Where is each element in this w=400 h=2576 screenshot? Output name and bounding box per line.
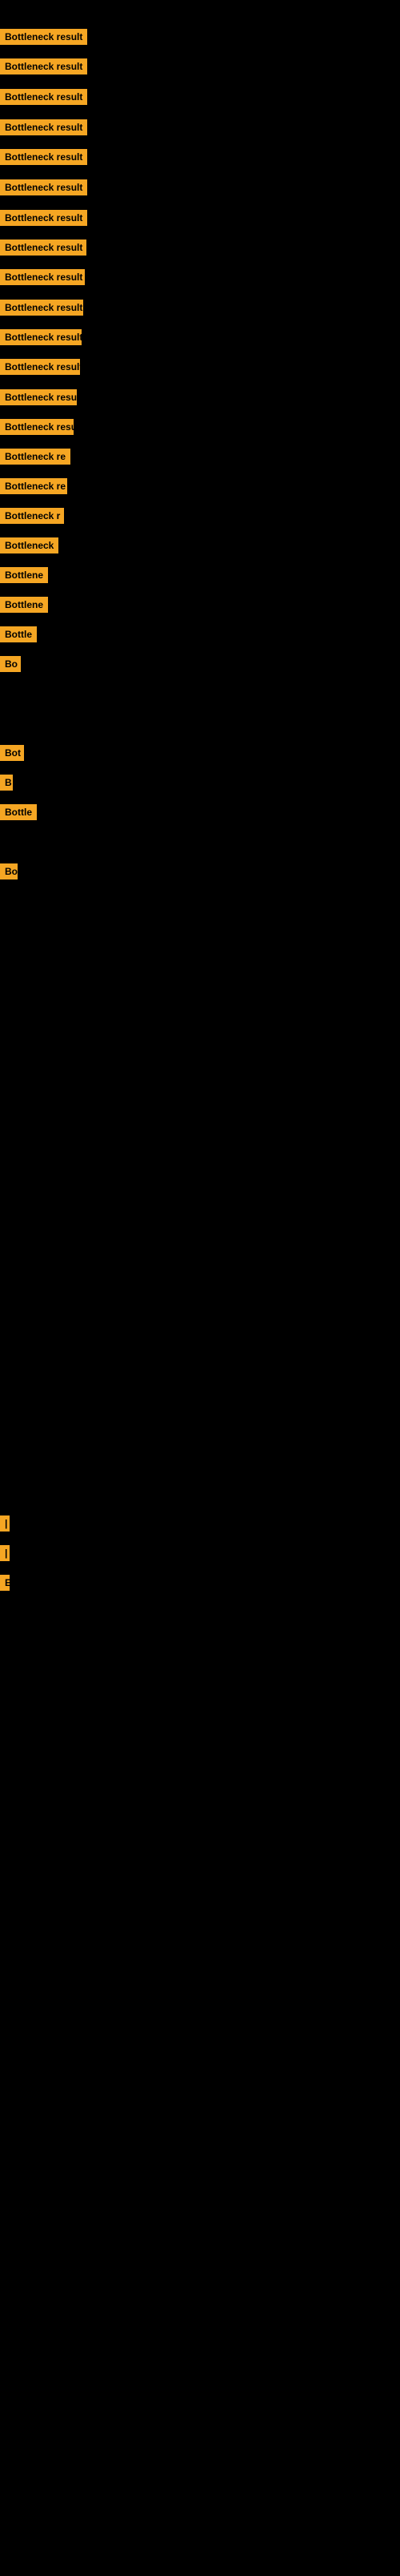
bottleneck-result-label-12: Bottleneck result bbox=[0, 359, 80, 375]
bottleneck-result-label-3: Bottleneck result bbox=[0, 89, 87, 105]
bottleneck-result-label-5: Bottleneck result bbox=[0, 149, 87, 165]
bottleneck-result-label-16: Bottleneck re bbox=[0, 478, 67, 494]
bottleneck-result-label-10: Bottleneck result bbox=[0, 300, 83, 316]
bottleneck-result-label-4: Bottleneck result bbox=[0, 119, 87, 135]
bottleneck-result-label-51: | bbox=[0, 1515, 10, 1532]
bottleneck-result-label-11: Bottleneck result bbox=[0, 329, 82, 345]
bottleneck-result-label-29: Bo bbox=[0, 863, 18, 879]
bottleneck-result-label-25: Bot bbox=[0, 745, 24, 761]
site-title bbox=[0, 0, 400, 13]
bottleneck-result-label-21: Bottle bbox=[0, 626, 37, 642]
bottleneck-result-label-52: | bbox=[0, 1545, 10, 1561]
bottleneck-result-label-18: Bottleneck bbox=[0, 537, 58, 553]
bottleneck-result-label-26: B bbox=[0, 775, 13, 791]
bottleneck-result-label-7: Bottleneck result bbox=[0, 210, 87, 226]
bottleneck-result-label-2: Bottleneck result bbox=[0, 58, 87, 74]
bottleneck-result-label-14: Bottleneck result bbox=[0, 419, 74, 435]
bottleneck-result-label-6: Bottleneck result bbox=[0, 179, 87, 195]
bottleneck-result-label-1: Bottleneck result bbox=[0, 29, 87, 45]
bottleneck-result-label-13: Bottleneck result bbox=[0, 389, 77, 405]
bottleneck-result-label-9: Bottleneck result bbox=[0, 269, 85, 285]
bottleneck-result-label-19: Bottlene bbox=[0, 567, 48, 583]
bottleneck-result-label-15: Bottleneck re bbox=[0, 449, 70, 465]
bottleneck-result-label-27: Bottle bbox=[0, 804, 37, 820]
bottleneck-result-label-20: Bottlene bbox=[0, 597, 48, 613]
bottleneck-result-label-53: E bbox=[0, 1575, 10, 1591]
bottleneck-result-label-22: Bo bbox=[0, 656, 21, 672]
bottleneck-result-label-8: Bottleneck result bbox=[0, 239, 86, 256]
bottleneck-result-label-17: Bottleneck r bbox=[0, 508, 64, 524]
